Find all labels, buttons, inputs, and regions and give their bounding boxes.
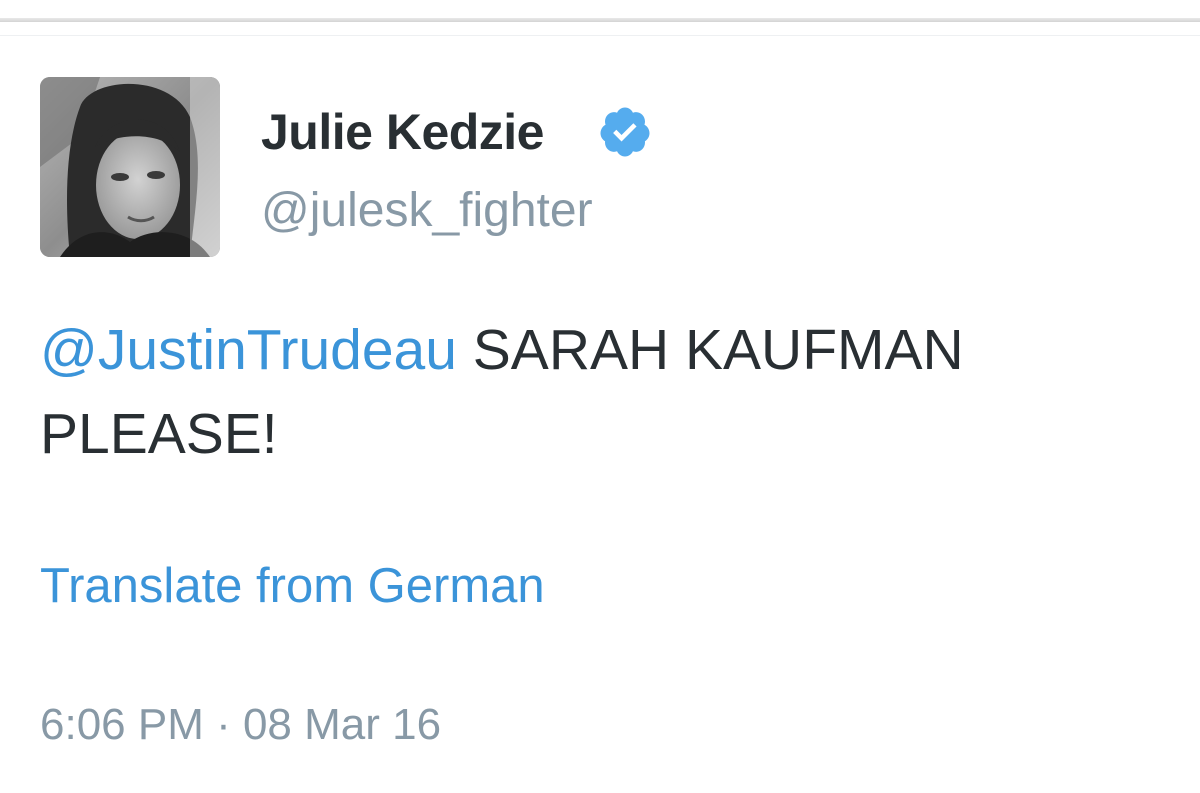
avatar[interactable] — [40, 77, 220, 257]
author-handle[interactable]: @julesk_fighter — [261, 183, 593, 238]
translate-link[interactable]: Translate from German — [40, 558, 545, 614]
header-divider — [0, 35, 1200, 36]
author-display-name[interactable]: Julie Kedzie — [261, 103, 545, 161]
mention-link[interactable]: @JustinTrudeau — [40, 318, 457, 382]
tweet-timestamp: 6:06 PM · 08 Mar 16 — [40, 700, 442, 749]
tweet-detail-view: Julie Kedzie @julesk_fighter @JustinTrud… — [0, 0, 1200, 793]
tweet-text: @JustinTrudeau SARAH KAUFMAN PLEASE! — [40, 308, 1160, 476]
top-divider — [0, 18, 1200, 22]
verified-badge-icon — [600, 107, 650, 157]
